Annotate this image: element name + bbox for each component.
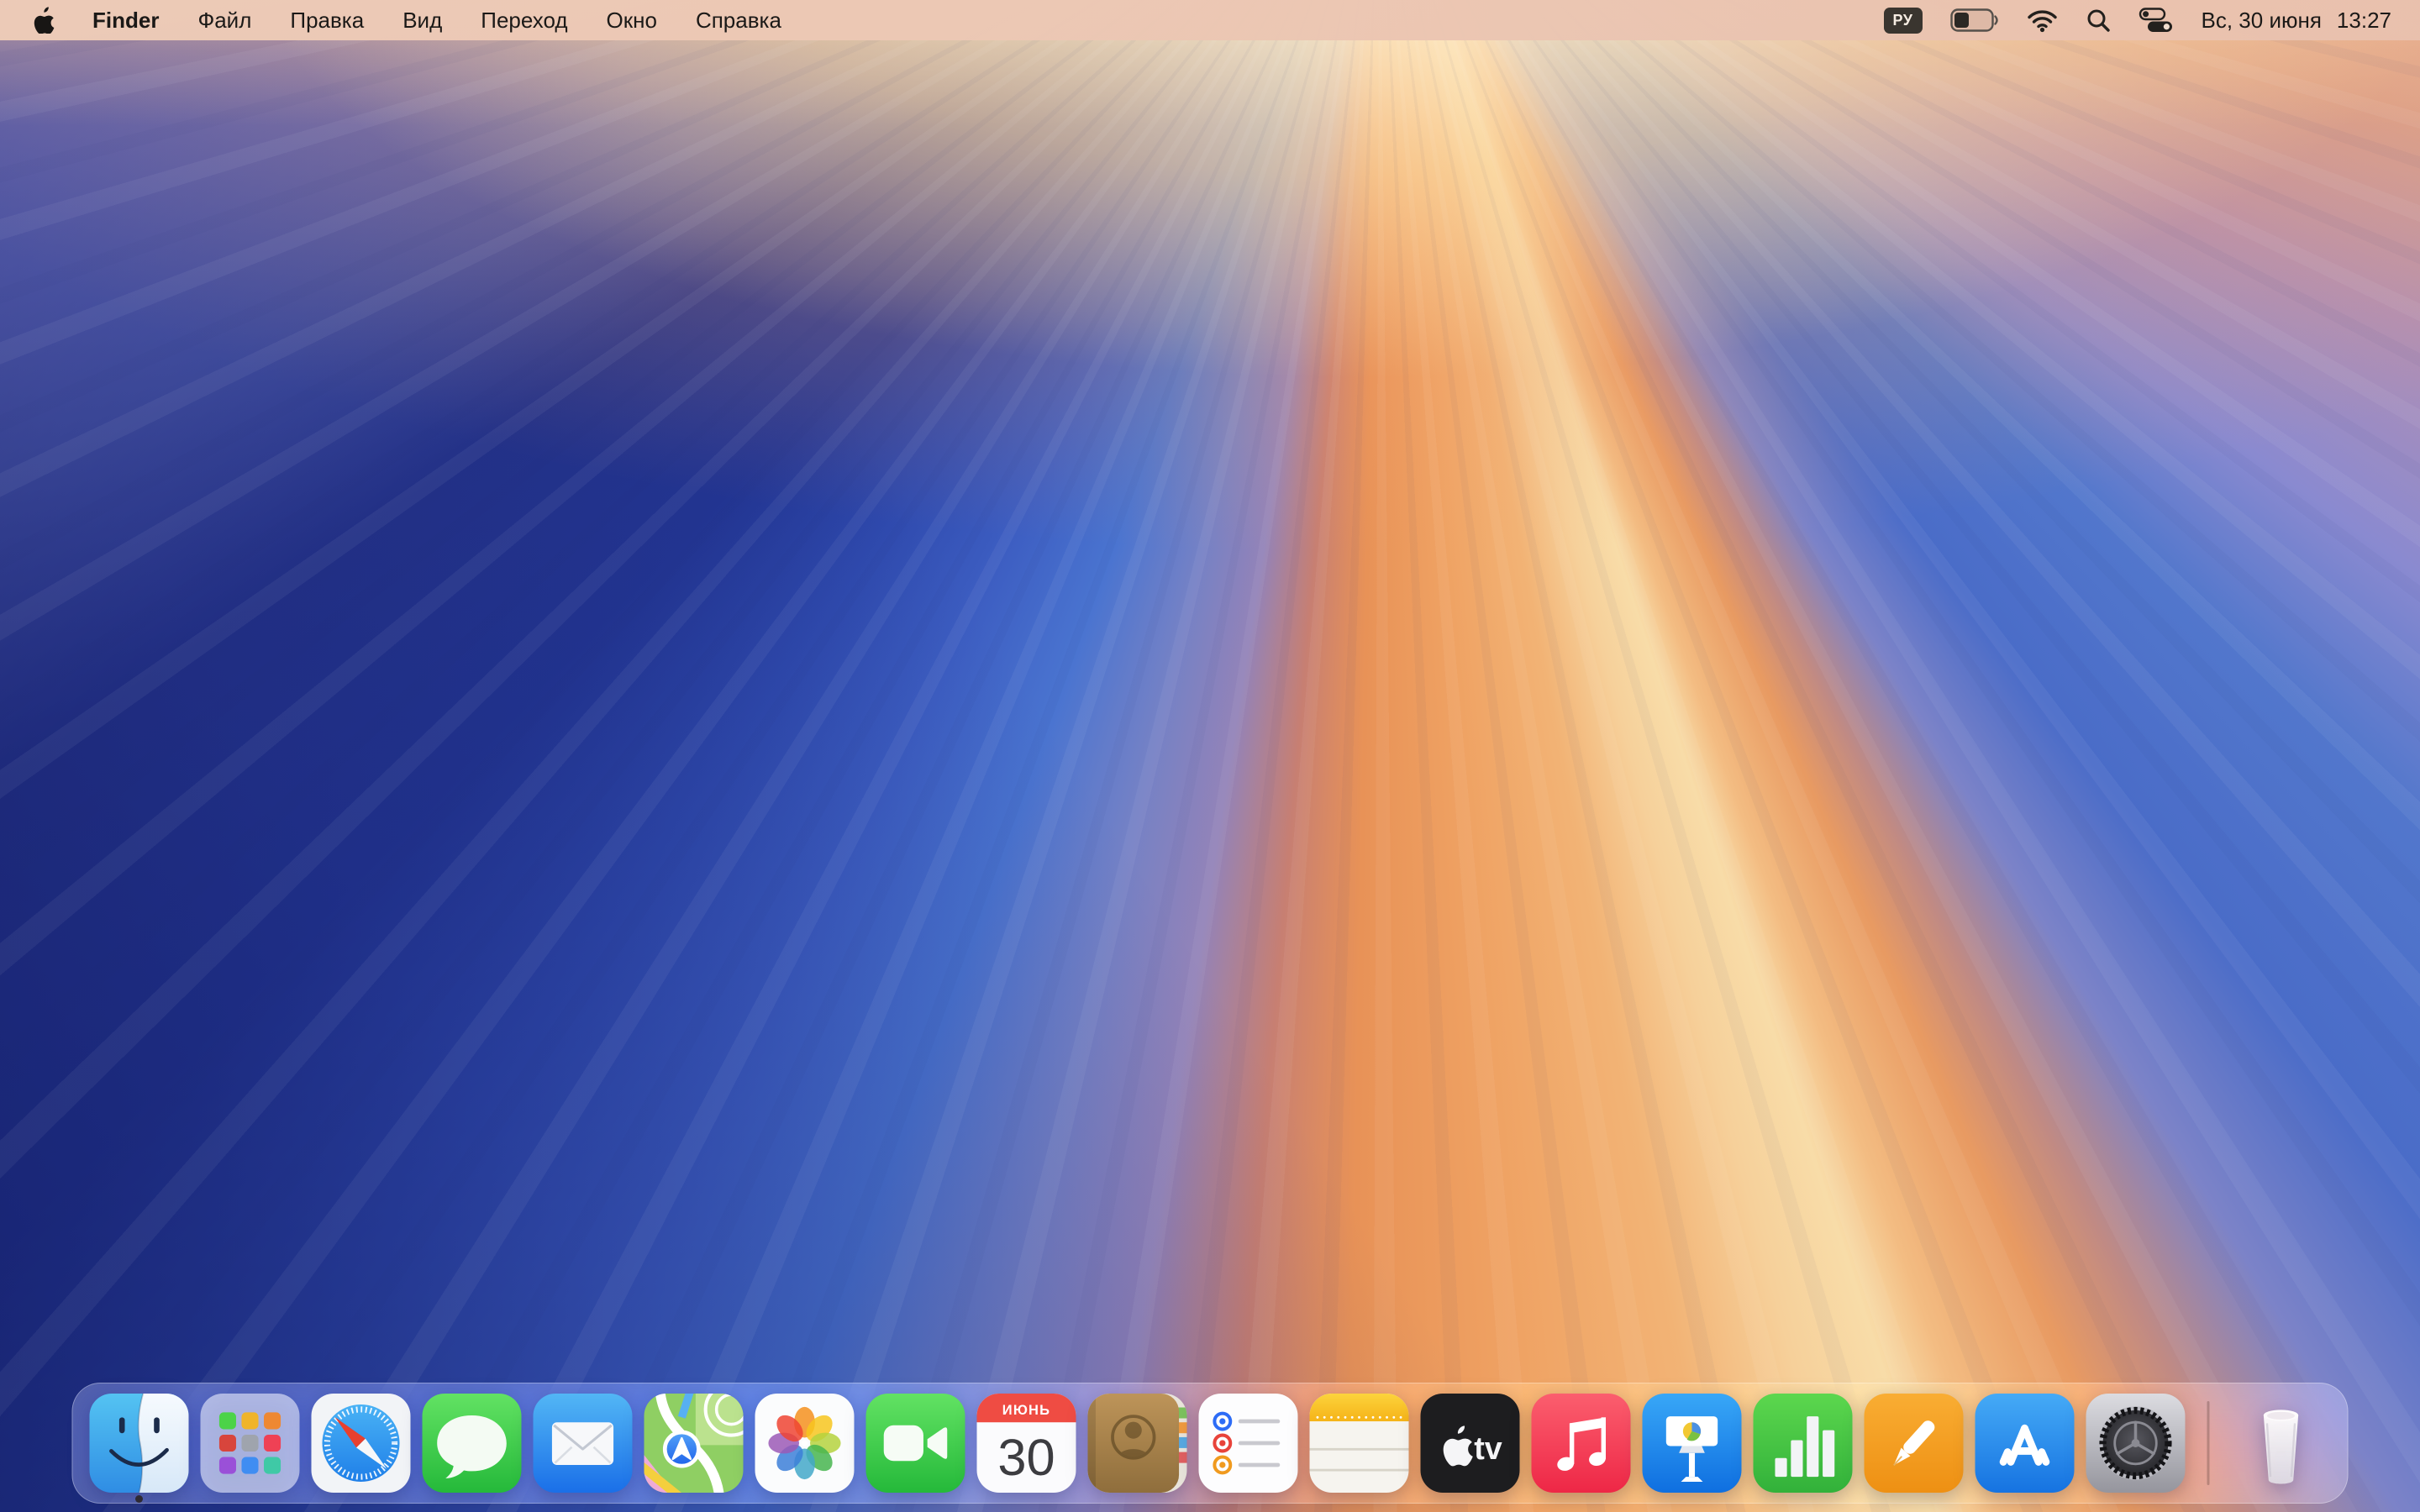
dock-icon-contacts[interactable] bbox=[1088, 1394, 1187, 1493]
dock-icon-mail[interactable] bbox=[534, 1394, 633, 1493]
menu-bar-clock[interactable]: Вс, 30 июня 13:27 bbox=[2202, 8, 2391, 34]
dock-icon-messages[interactable] bbox=[423, 1394, 522, 1493]
dock-icon-photos[interactable] bbox=[755, 1394, 855, 1493]
menu-go[interactable]: Переход bbox=[461, 0, 587, 40]
desktop-wallpaper[interactable] bbox=[0, 0, 2420, 1512]
appletv-tv-label: tv bbox=[1474, 1431, 1502, 1466]
dock-icon-music[interactable] bbox=[1532, 1394, 1631, 1493]
apple-logo-icon bbox=[32, 7, 55, 34]
dock-icon-pages[interactable] bbox=[1865, 1394, 1964, 1493]
menu-help[interactable]: Справка bbox=[676, 0, 801, 40]
dock: ИЮНЬ 30 bbox=[72, 1383, 2349, 1504]
wifi-icon[interactable] bbox=[2027, 0, 2058, 40]
menu-bar-status: РУ bbox=[1884, 0, 2420, 40]
menu-view[interactable]: Вид bbox=[383, 0, 461, 40]
control-center-icon[interactable] bbox=[2139, 0, 2174, 40]
dock-divider bbox=[2207, 1401, 2210, 1485]
menu-edit[interactable]: Правка bbox=[271, 0, 383, 40]
finder-running-indicator bbox=[135, 1495, 143, 1503]
dock-icon-finder[interactable] bbox=[90, 1394, 189, 1493]
input-source-indicator[interactable]: РУ bbox=[1884, 8, 1923, 34]
menu-bar-left: Finder Файл Правка Вид Переход Окно Спра… bbox=[0, 0, 801, 40]
time-label: 13:27 bbox=[2337, 8, 2391, 34]
spotlight-search-icon[interactable] bbox=[2086, 0, 2111, 40]
dock-icon-notes[interactable] bbox=[1310, 1394, 1409, 1493]
dock-icon-reminders[interactable] bbox=[1199, 1394, 1298, 1493]
apple-menu-button[interactable] bbox=[0, 0, 73, 40]
dock-icon-launchpad[interactable] bbox=[201, 1394, 300, 1493]
battery-icon[interactable] bbox=[1950, 0, 1999, 40]
menu-app-name[interactable]: Finder bbox=[73, 0, 178, 40]
date-label: Вс, 30 июня bbox=[2202, 8, 2322, 34]
dock-icon-maps[interactable] bbox=[644, 1394, 744, 1493]
dock-icon-facetime[interactable] bbox=[866, 1394, 965, 1493]
dock-icon-trash[interactable] bbox=[2232, 1394, 2331, 1493]
dock-icon-settings[interactable] bbox=[2086, 1394, 2186, 1493]
dock-icon-keynote[interactable] bbox=[1643, 1394, 1742, 1493]
menu-bar: Finder Файл Правка Вид Переход Окно Спра… bbox=[0, 0, 2420, 40]
calendar-day-label: 30 bbox=[997, 1429, 1055, 1487]
menu-window[interactable]: Окно bbox=[587, 0, 676, 40]
dock-icon-calendar[interactable]: ИЮНЬ 30 bbox=[977, 1394, 1076, 1493]
menu-file[interactable]: Файл bbox=[178, 0, 271, 40]
dock-icon-appstore[interactable] bbox=[1975, 1394, 2075, 1493]
calendar-month-label: ИЮНЬ bbox=[1002, 1403, 1050, 1418]
dock-icon-numbers[interactable] bbox=[1754, 1394, 1853, 1493]
dock-icon-safari[interactable] bbox=[312, 1394, 411, 1493]
dock-icon-appletv[interactable]: tv bbox=[1421, 1394, 1520, 1493]
